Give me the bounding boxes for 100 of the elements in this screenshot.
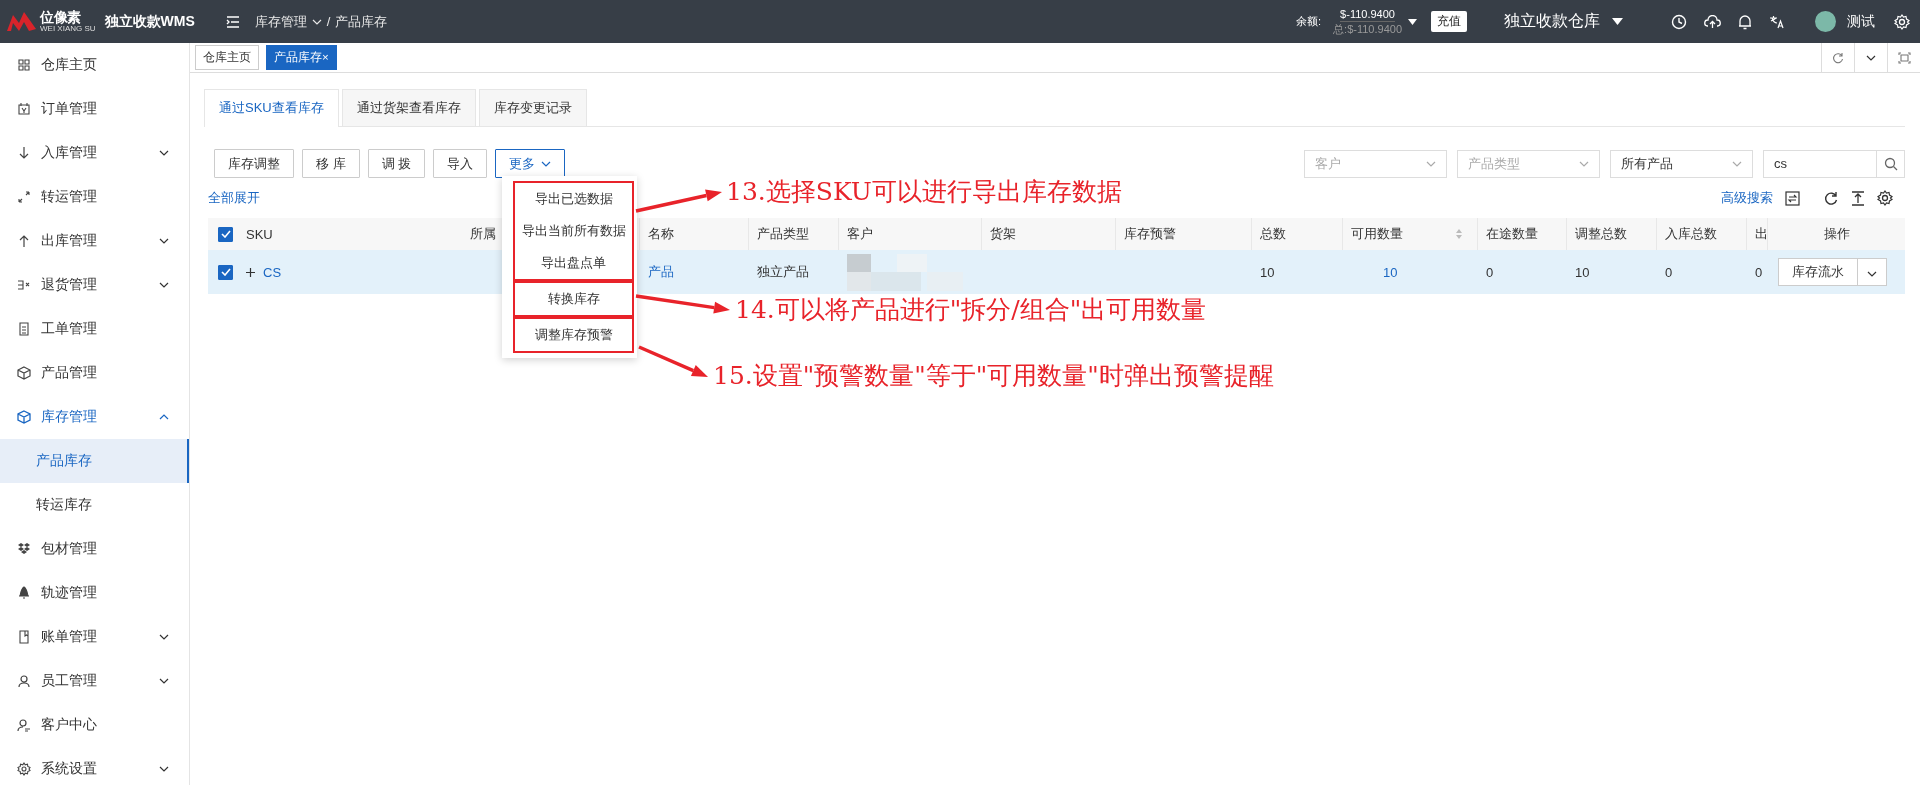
sidebar-item[interactable]: 系统设置 bbox=[0, 747, 189, 785]
avatar[interactable] bbox=[1815, 11, 1836, 32]
sidebar-item[interactable]: 工单管理 bbox=[0, 307, 189, 351]
sidebar-subitem[interactable]: 转运库存 bbox=[0, 483, 189, 527]
breadcrumb-item: 产品库存 bbox=[335, 12, 388, 31]
logo-subtext: WEI XIANG SU bbox=[40, 25, 96, 33]
sidebar-item[interactable]: 轨迹管理 bbox=[0, 571, 189, 615]
breadcrumb-separator: / bbox=[326, 14, 331, 29]
arrow-down-icon bbox=[17, 146, 31, 160]
settings-icon bbox=[17, 762, 31, 776]
column-header: 产品类型 bbox=[757, 225, 809, 243]
table-link[interactable]: 产品 bbox=[648, 263, 674, 281]
translate-icon[interactable] bbox=[1769, 14, 1785, 29]
column-header: 入库总数 bbox=[1665, 225, 1717, 243]
menu-item[interactable]: 导出已选数据 bbox=[515, 183, 632, 215]
annotation-text: 15.设置"预警数量"等于"可用数量"时弹出预警提醒 bbox=[713, 360, 1274, 392]
caret-icon[interactable] bbox=[1612, 18, 1623, 25]
toolbar-button[interactable]: 移 库 bbox=[302, 149, 360, 178]
expand-all-link[interactable]: 全部展开 bbox=[208, 189, 260, 207]
view-tab[interactable]: 通过SKU查看库存 bbox=[204, 89, 339, 127]
table-link[interactable]: 10 bbox=[1383, 264, 1398, 280]
search-icon bbox=[1883, 156, 1898, 171]
table-cell: 0 bbox=[1665, 264, 1673, 280]
chevron-icon bbox=[1426, 160, 1436, 167]
settings-icon[interactable] bbox=[1877, 190, 1893, 206]
select-field[interactable]: 所有产品 bbox=[1610, 149, 1753, 178]
table-cell: 0 bbox=[1486, 264, 1494, 280]
calendar-icon bbox=[17, 102, 31, 116]
swap-icon[interactable] bbox=[1785, 190, 1800, 206]
cube-icon bbox=[17, 410, 31, 424]
sidebar-item[interactable]: 账单管理 bbox=[0, 615, 189, 659]
column-header: 总数 bbox=[1260, 225, 1286, 243]
balance-label: 余额: bbox=[1296, 14, 1322, 29]
column-header: 调整总数 bbox=[1575, 225, 1627, 243]
menu-item[interactable]: 转换库存 bbox=[515, 283, 632, 315]
fullscreen-icon[interactable] bbox=[1897, 51, 1911, 64]
column-header: 库存预警 bbox=[1124, 225, 1176, 243]
page-tab[interactable]: 产品库存× bbox=[266, 45, 337, 70]
select-all-checkbox[interactable] bbox=[218, 226, 233, 242]
refresh-icon[interactable] bbox=[1824, 190, 1839, 206]
column-header: 所属 bbox=[470, 225, 496, 243]
recharge-button[interactable]: 充值 bbox=[1431, 11, 1467, 32]
sidebar-item[interactable]: 客户中心 bbox=[0, 703, 189, 747]
toolbar-button[interactable]: 调 拨 bbox=[367, 149, 426, 178]
column-header: 在途数量 bbox=[1486, 225, 1538, 243]
column-height-icon[interactable] bbox=[1851, 190, 1865, 206]
chevron-icon bbox=[1866, 54, 1876, 61]
caret-icon[interactable] bbox=[1408, 18, 1417, 25]
sidebar-item[interactable]: 仓库主页 bbox=[0, 43, 189, 87]
person-list-icon bbox=[17, 718, 31, 732]
sidebar-item[interactable]: 出库管理 bbox=[0, 219, 189, 263]
column-header: SKU bbox=[246, 226, 273, 242]
person-icon bbox=[17, 674, 31, 688]
column-header: 可用数量 bbox=[1351, 225, 1403, 243]
balance-total: 总:$-110.9400 bbox=[1333, 22, 1402, 37]
table-cell: 0 bbox=[1755, 264, 1763, 280]
sidebar-item[interactable]: 包材管理 bbox=[0, 527, 189, 571]
more-button[interactable]: 更多 bbox=[495, 149, 566, 178]
search-field[interactable]: cs bbox=[1763, 149, 1877, 178]
menu-item[interactable]: 导出盘点单 bbox=[515, 247, 632, 279]
toolbar-button[interactable]: 导入 bbox=[433, 149, 488, 178]
sidebar-item[interactable]: 员工管理 bbox=[0, 659, 189, 703]
sidebar-subitem[interactable]: 产品库存 bbox=[0, 439, 189, 483]
table-link[interactable]: CS bbox=[263, 264, 282, 280]
stock-log-button[interactable]: 库存流水 bbox=[1778, 258, 1858, 286]
menu-item[interactable]: 调整库存预警 bbox=[515, 319, 632, 351]
menu-item[interactable]: 导出当前所有数据 bbox=[515, 215, 632, 247]
chevron-icon bbox=[541, 160, 552, 167]
page-tab[interactable]: 仓库主页 bbox=[195, 45, 259, 70]
menu-fold-icon[interactable] bbox=[225, 15, 240, 28]
row-checkbox[interactable] bbox=[218, 264, 233, 280]
clock-icon[interactable] bbox=[1671, 13, 1687, 30]
logo-text: 位像素 bbox=[40, 10, 81, 24]
bell-icon[interactable] bbox=[1738, 13, 1752, 30]
sidebar-item[interactable]: 订单管理 bbox=[0, 87, 189, 131]
sidebar-item[interactable]: 入库管理 bbox=[0, 131, 189, 175]
view-tab[interactable]: 库存变更记录 bbox=[478, 89, 587, 126]
table-cell: 独立产品 bbox=[757, 263, 809, 281]
chevron-icon bbox=[1867, 270, 1877, 277]
book-icon bbox=[17, 630, 31, 644]
warehouse-selector[interactable]: 独立收款仓库 bbox=[1504, 11, 1600, 32]
sidebar-item[interactable]: 退货管理 bbox=[0, 263, 189, 307]
app-name: 独立收款WMS bbox=[104, 12, 195, 31]
search-button[interactable] bbox=[1877, 149, 1905, 178]
column-header: 操作 bbox=[1823, 225, 1850, 243]
sidebar-item[interactable]: 库存管理 bbox=[0, 395, 189, 439]
advanced-search-link[interactable]: 高级搜索 bbox=[1721, 189, 1773, 207]
breadcrumb-item[interactable]: 库存管理 bbox=[254, 12, 307, 31]
return-icon bbox=[17, 278, 31, 292]
sidebar-item[interactable]: 产品管理 bbox=[0, 351, 189, 395]
view-tab[interactable]: 通过货架查看库存 bbox=[341, 89, 476, 126]
column-header: 名称 bbox=[648, 225, 674, 243]
arrow-up-icon bbox=[17, 234, 31, 248]
document-icon bbox=[17, 322, 31, 336]
table-cell: 10 bbox=[1575, 264, 1590, 280]
toolbar-button[interactable]: 库存调整 bbox=[214, 149, 294, 178]
cloud-upload-icon[interactable] bbox=[1704, 14, 1721, 29]
user-name[interactable]: 测试 bbox=[1847, 12, 1875, 31]
sidebar-item[interactable]: 转运管理 bbox=[0, 175, 189, 219]
plus-icon[interactable] bbox=[246, 267, 255, 277]
